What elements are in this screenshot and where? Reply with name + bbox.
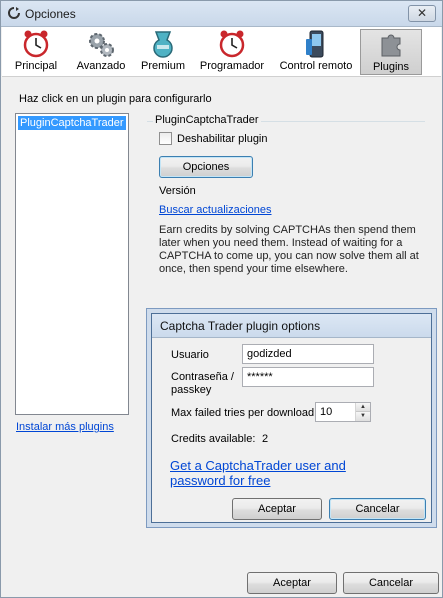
signup-link[interactable]: Get a CaptchaTrader user and password fo…	[170, 458, 390, 488]
alarm-clock-icon	[23, 30, 49, 58]
tab-avanzado[interactable]: Avanzado	[70, 29, 132, 75]
tab-label: Control remoto	[279, 60, 353, 72]
cancel-button[interactable]: Cancelar	[343, 572, 439, 594]
alarm-clock-icon	[219, 30, 245, 58]
dialog-cancel-button[interactable]: Cancelar	[329, 498, 426, 520]
check-updates-link[interactable]: Buscar actualizaciones	[159, 204, 272, 216]
credits-value: 2	[262, 433, 269, 445]
plugins-hint: Haz click en un plugin para configurarlo	[19, 93, 212, 105]
stepper-arrows: ▲ ▼	[355, 403, 370, 421]
plugin-group-title: PluginCaptchaTrader	[153, 114, 261, 126]
credits-label: Credits available:	[171, 433, 256, 445]
user-label: Usuario	[171, 349, 209, 361]
accept-button[interactable]: Aceptar	[247, 572, 337, 594]
tab-label: Premium	[140, 60, 185, 72]
disable-plugin-checkbox[interactable]	[159, 132, 172, 145]
disable-plugin-row[interactable]: Deshabilitar plugin	[159, 132, 268, 145]
stepper-down-icon[interactable]: ▼	[356, 412, 370, 421]
stepper-up-icon[interactable]: ▲	[356, 403, 370, 412]
password-label: Contraseña /	[171, 371, 234, 383]
tab-plugins[interactable]: Plugins	[360, 29, 422, 75]
tab-principal[interactable]: Principal	[8, 29, 64, 75]
max-tries-value: 10	[320, 406, 333, 418]
app-logo-icon	[8, 7, 20, 19]
close-icon: ✕	[416, 6, 428, 20]
title-bar: Opciones ✕	[1, 1, 442, 27]
dialog-title: Captcha Trader plugin options	[152, 314, 431, 338]
dialog-accept-button[interactable]: Aceptar	[232, 498, 322, 520]
toolbar: Principal Avanzado Premium Programador C…	[2, 27, 441, 77]
options-button[interactable]: Opciones	[159, 156, 253, 178]
max-tries-stepper[interactable]: 10 ▲ ▼	[315, 402, 371, 422]
disable-plugin-label: Deshabilitar plugin	[177, 132, 268, 145]
tab-label: Principal	[14, 60, 58, 72]
tab-label: Plugins	[372, 61, 410, 73]
tab-label: Programador	[199, 60, 265, 72]
captcha-trader-options-dialog: Captcha Trader plugin options Usuario Co…	[151, 313, 432, 523]
options-window: Opciones ✕ Principal Avanzado Premium Pr…	[0, 0, 443, 598]
passkey-label: passkey	[171, 384, 212, 396]
plugin-description: Earn credits by solving CAPTCHAs then sp…	[159, 224, 419, 275]
tab-programador[interactable]: Programador	[196, 29, 268, 75]
max-tries-label: Max failed tries per download	[171, 407, 315, 419]
password-field[interactable]	[242, 367, 374, 387]
window-title: Opciones	[25, 7, 76, 21]
close-button[interactable]: ✕	[408, 5, 436, 22]
user-field[interactable]	[242, 344, 374, 364]
puzzle-piece-icon	[381, 34, 401, 57]
tab-premium[interactable]: Premium	[136, 29, 190, 75]
gears-icon	[89, 33, 114, 57]
list-item[interactable]: PluginCaptchaTrader	[18, 116, 126, 130]
premium-flask-icon	[153, 31, 173, 58]
version-label: Versión	[159, 185, 196, 197]
install-plugins-link[interactable]: Instalar más plugins	[16, 421, 114, 433]
mobile-phone-icon	[306, 30, 324, 58]
tab-control-remoto[interactable]: Control remoto	[274, 29, 358, 75]
plugin-list[interactable]: PluginCaptchaTrader	[15, 113, 129, 415]
tab-label: Avanzado	[76, 60, 126, 72]
